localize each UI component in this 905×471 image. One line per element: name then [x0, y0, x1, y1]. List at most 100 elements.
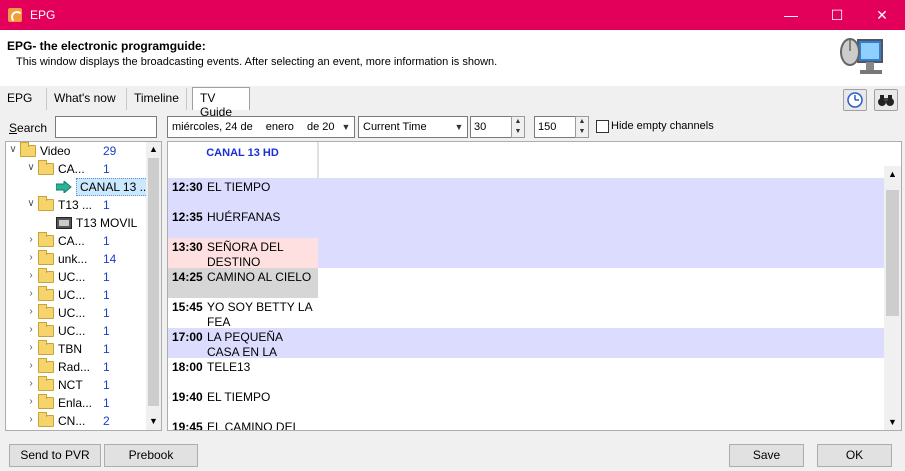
chevron-right-icon[interactable]: ›	[26, 324, 36, 335]
tree-item-label: T13 MOVIL	[76, 216, 138, 230]
tree-item[interactable]: ∨ Video 29	[6, 142, 144, 160]
folder-icon	[38, 268, 54, 283]
send-to-pvr-button[interactable]: Send to PVR	[9, 444, 101, 467]
chevron-right-icon[interactable]: ›	[26, 306, 36, 317]
interval-spinner[interactable]: 30	[470, 116, 512, 138]
chevron-right-icon[interactable]: ›	[26, 342, 36, 353]
guide-scroll-thumb[interactable]	[886, 190, 899, 316]
tree-item-count: 1	[103, 378, 110, 392]
tree-item[interactable]: › UC... 1	[6, 268, 144, 286]
time-mode-select[interactable]: Current Time ▼	[358, 116, 468, 138]
tv-guide-grid[interactable]: CANAL 13 HD ▲ ▼ 12:30 EL TIEMPO 12:35 HUÉRF…	[167, 141, 902, 431]
rss-icon	[8, 8, 23, 23]
chevron-down-icon[interactable]: ▼	[146, 414, 161, 428]
guide-event[interactable]: 13:30 SEÑORA DEL DESTINO	[168, 238, 318, 269]
minimize-button[interactable]: —	[768, 0, 814, 30]
channel-header[interactable]: CANAL 13 HD	[168, 142, 318, 178]
guide-event[interactable]: 19:40 EL TIEMPO	[168, 388, 318, 418]
tree-item-label: T13 ...	[58, 198, 93, 212]
page-title: EPG- the electronic programguide:	[7, 39, 206, 53]
tree-item[interactable]: ∨ T13 ... 1	[6, 196, 144, 214]
guide-event[interactable]: 15:45 YO SOY BETTY LA FEA	[168, 298, 318, 329]
tree-item[interactable]: ∨ CA... 1	[6, 160, 144, 178]
search-label: Search	[9, 121, 48, 135]
guide-event[interactable]: 14:25 CAMINO AL CIELO	[168, 268, 318, 298]
chevron-right-icon[interactable]: ›	[26, 288, 36, 299]
find-button[interactable]	[874, 89, 898, 111]
folder-icon	[38, 412, 54, 427]
chevron-right-icon[interactable]: ›	[26, 252, 36, 263]
interval-spinner-buttons[interactable]: ▲ ▼	[511, 116, 525, 138]
folder-icon	[38, 394, 54, 409]
search-input[interactable]	[55, 116, 157, 138]
duration-spinner[interactable]: 150	[534, 116, 576, 138]
tree-item[interactable]: › UC... 1	[6, 286, 144, 304]
tree-item-count: 1	[103, 360, 110, 374]
close-button[interactable]: ✕	[859, 0, 905, 30]
ok-button[interactable]: OK	[817, 444, 892, 467]
tree-item-label: CA...	[58, 162, 85, 176]
guide-event[interactable]: 18:00 TELE13	[168, 358, 318, 388]
chevron-down-icon[interactable]: ∨	[26, 198, 36, 209]
duration-spinner-buttons[interactable]: ▲ ▼	[575, 116, 589, 138]
current-time-band	[318, 178, 884, 208]
event-title: HUÉRFANAS	[207, 210, 281, 224]
guide-event[interactable]: 12:30 EL TIEMPO	[168, 178, 318, 208]
folder-icon	[38, 250, 54, 265]
chevron-down-icon[interactable]: ▼	[884, 414, 901, 430]
folder-icon	[38, 304, 54, 319]
tab-timeline[interactable]: Timeline	[127, 88, 187, 110]
maximize-button[interactable]: ☐	[814, 0, 860, 30]
guide-event[interactable]: 17:00LA PEQUEÑA CASA EN LA PRADERA	[168, 328, 318, 374]
tree-item[interactable]: › unk... 14	[6, 250, 144, 268]
tree-item[interactable]: CANAL 13 ...	[6, 178, 154, 196]
tree-item[interactable]: › Enla... 1	[6, 394, 144, 412]
chevron-right-icon[interactable]: ›	[26, 414, 36, 425]
date-month: enero	[265, 121, 294, 133]
guide-event[interactable]: 19:45 EL CAMINO DEL	[168, 418, 318, 430]
tree-item-label: UC...	[58, 288, 86, 302]
chevron-down-icon[interactable]: ∨	[8, 144, 18, 155]
tree-item[interactable]: › UC... 1	[6, 322, 144, 340]
event-time: 13:30	[172, 240, 203, 254]
time-mode-value: Current Time	[363, 121, 427, 133]
chevron-right-icon[interactable]: ›	[26, 360, 36, 371]
tab-epg[interactable]: EPG	[0, 88, 47, 110]
tree-scrollbar[interactable]: ▲ ▼	[146, 142, 161, 430]
tree-item-label: UC...	[58, 324, 86, 338]
chevron-right-icon[interactable]: ›	[26, 378, 36, 389]
title-bar: EPG — ☐ ✕	[0, 0, 905, 30]
column-divider	[318, 142, 319, 178]
chevron-down-icon[interactable]: ∨	[26, 162, 36, 173]
tree-item-count: 2	[103, 414, 110, 428]
tree-item[interactable]: › UC... 1	[6, 304, 144, 322]
chevron-up-icon[interactable]: ▲	[884, 166, 901, 182]
guide-scrollbar[interactable]: ▲ ▼	[884, 166, 901, 430]
clock-button[interactable]	[843, 89, 867, 111]
tab-whats-now[interactable]: What's now	[47, 88, 127, 110]
guide-event[interactable]: 12:35 HUÉRFANAS	[168, 208, 318, 238]
chevron-right-icon[interactable]: ›	[26, 396, 36, 407]
save-button[interactable]: Save	[729, 444, 804, 467]
hide-empty-checkbox[interactable]	[596, 120, 609, 133]
chevron-up-icon[interactable]: ▲	[146, 142, 161, 156]
tree-item-count: 1	[103, 396, 110, 410]
tree-item[interactable]: T13 MOVIL	[6, 214, 144, 232]
tab-label: EPG	[7, 91, 33, 105]
tree-item[interactable]: › CN... 2	[6, 412, 144, 430]
tree-item-count: 1	[103, 324, 110, 338]
tab-tv-guide[interactable]: TV Guide	[192, 87, 250, 119]
tree-item-count: 1	[103, 162, 110, 176]
chevron-right-icon[interactable]: ›	[26, 234, 36, 245]
tree-item[interactable]: › CA... 1	[6, 232, 144, 250]
tree-item[interactable]: › TBN 1	[6, 340, 144, 358]
computer-mouse-icon	[840, 38, 883, 74]
date-picker[interactable]: miércoles, 24 de enero de 20 ▼	[167, 116, 355, 138]
tree-scroll-thumb[interactable]	[148, 158, 159, 406]
tree-item[interactable]: › Rad... 1	[6, 358, 144, 376]
channel-tree[interactable]: › CN... 2 › Enla... 1 › NCT 1 › Rad... 1 › TBN 1 › UC...…	[5, 141, 162, 431]
tab-label: TV Guide	[200, 91, 233, 119]
prebook-button[interactable]: Prebook	[104, 444, 198, 467]
tree-item[interactable]: › NCT 1	[6, 376, 144, 394]
chevron-right-icon[interactable]: ›	[26, 270, 36, 281]
